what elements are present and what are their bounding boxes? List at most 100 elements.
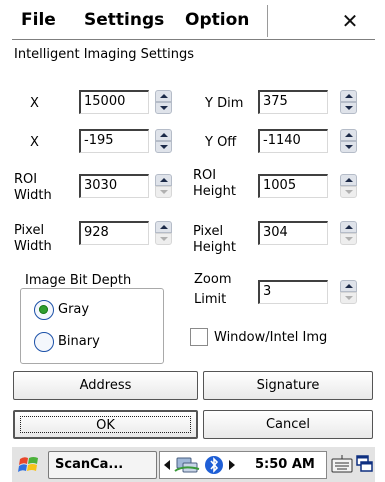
xoff-spinner[interactable] — [155, 129, 172, 153]
pixel-height-spinner[interactable] — [340, 221, 357, 245]
pixel-width-label-2: Width — [14, 239, 52, 254]
window-intel-img-checkbox[interactable] — [190, 328, 208, 346]
tray-left-arrow-icon[interactable] — [164, 460, 170, 470]
windows-start-icon[interactable] — [17, 453, 41, 477]
arrow-up-icon — [344, 94, 353, 98]
spin-down-button[interactable] — [340, 141, 357, 153]
pixel-width-label-1: Pixel — [14, 223, 45, 238]
clock[interactable]: 5:50 AM — [255, 452, 315, 478]
spin-down-button[interactable] — [340, 102, 357, 114]
arrow-down-icon — [159, 237, 168, 241]
binary-radio-label[interactable]: Binary — [58, 334, 100, 349]
arrow-up-icon — [159, 133, 168, 137]
spin-down-button[interactable] — [340, 292, 357, 304]
arrow-up-icon — [344, 225, 353, 229]
gray-radio-label[interactable]: Gray — [58, 302, 89, 317]
system-tray: 5:50 AM — [159, 451, 327, 479]
binary-radio[interactable] — [34, 332, 54, 352]
xoff-field[interactable]: -195 — [79, 129, 149, 153]
xoff-label: X — [30, 135, 39, 150]
roi-height-spinner[interactable] — [340, 174, 357, 198]
spin-up-button[interactable] — [155, 174, 172, 186]
arrow-down-icon — [159, 106, 168, 110]
network-icon[interactable] — [174, 455, 200, 475]
pixel-width-field[interactable]: 928 — [79, 221, 149, 245]
arrow-down-icon — [344, 296, 353, 300]
gray-radio[interactable] — [34, 300, 54, 320]
arrow-up-icon — [344, 178, 353, 182]
pixel-height-field[interactable]: 304 — [258, 221, 328, 245]
taskbar-app-button[interactable]: ScanCa... — [48, 451, 157, 479]
arrow-down-icon — [159, 190, 168, 194]
roi-height-label-1: ROI — [193, 168, 217, 183]
arrow-down-icon — [344, 106, 353, 110]
close-icon: ✕ — [341, 9, 359, 33]
focus-rect — [20, 416, 191, 433]
arrow-down-icon — [344, 145, 353, 149]
bluetooth-icon[interactable] — [204, 455, 224, 475]
arrow-down-icon — [159, 145, 168, 149]
taskbar: ScanCa... 5:50 AM — [12, 446, 375, 482]
spin-down-button[interactable] — [340, 233, 357, 245]
x-label: X — [30, 96, 39, 111]
app-window: File Settings Option ✕ Intelligent Imagi… — [12, 0, 375, 482]
menu-file[interactable]: File — [21, 0, 56, 40]
yoff-field[interactable]: -1140 — [258, 129, 328, 153]
arrow-up-icon — [159, 225, 168, 229]
pixel-height-label-1: Pixel — [193, 224, 224, 239]
menu-settings[interactable]: Settings — [84, 0, 164, 40]
yoff-spinner[interactable] — [340, 129, 357, 153]
spin-up-button[interactable] — [340, 129, 357, 141]
roi-height-label-2: Height — [193, 184, 236, 199]
arrow-up-icon — [159, 178, 168, 182]
menu-separator — [267, 5, 268, 37]
spin-down-button[interactable] — [340, 186, 357, 198]
spin-up-button[interactable] — [155, 221, 172, 233]
keyboard-icon[interactable] — [331, 454, 353, 474]
menu-option[interactable]: Option — [185, 0, 249, 40]
x-field[interactable]: 15000 — [79, 90, 149, 114]
settings-title: Intelligent Imaging Settings — [14, 47, 194, 62]
arrow-up-icon — [159, 94, 168, 98]
roi-width-field[interactable]: 3030 — [79, 174, 149, 198]
spin-down-button[interactable] — [155, 102, 172, 114]
zoom-limit-label-1: Zoom — [194, 272, 232, 287]
window-intel-img-label[interactable]: Window/Intel Img — [214, 330, 327, 345]
spin-up-button[interactable] — [340, 90, 357, 102]
arrow-up-icon — [344, 284, 353, 288]
tray-right-arrow-icon[interactable] — [229, 460, 235, 470]
window-switch-icon[interactable] — [356, 454, 374, 474]
cancel-button[interactable]: Cancel — [203, 410, 373, 439]
ok-button[interactable]: OK — [13, 410, 198, 439]
arrow-down-icon — [344, 237, 353, 241]
yoff-label: Y Off — [205, 135, 237, 150]
zoom-limit-spinner[interactable] — [340, 280, 357, 304]
arrow-up-icon — [344, 133, 353, 137]
spin-up-button[interactable] — [155, 129, 172, 141]
ydim-field[interactable]: 375 — [258, 90, 328, 114]
bit-depth-legend: Image Bit Depth — [22, 273, 135, 288]
spin-up-button[interactable] — [340, 280, 357, 292]
x-spinner[interactable] — [155, 90, 172, 114]
pixel-width-spinner[interactable] — [155, 221, 172, 245]
address-button[interactable]: Address — [13, 371, 198, 400]
roi-width-label-1: ROI — [14, 172, 38, 187]
ydim-label: Y Dim — [205, 96, 244, 111]
signature-button[interactable]: Signature — [203, 371, 373, 400]
zoom-limit-field[interactable]: 3 — [258, 280, 328, 304]
spin-down-button[interactable] — [155, 233, 172, 245]
spin-up-button[interactable] — [340, 221, 357, 233]
roi-width-spinner[interactable] — [155, 174, 172, 198]
spin-up-button[interactable] — [155, 90, 172, 102]
roi-height-field[interactable]: 1005 — [258, 174, 328, 198]
arrow-down-icon — [344, 190, 353, 194]
roi-width-label-2: Width — [14, 188, 52, 203]
ydim-spinner[interactable] — [340, 90, 357, 114]
spin-down-button[interactable] — [155, 186, 172, 198]
menu-bar: File Settings Option ✕ — [12, 0, 375, 40]
spin-up-button[interactable] — [340, 174, 357, 186]
close-button[interactable]: ✕ — [332, 7, 368, 35]
zoom-limit-label-2: Limit — [194, 292, 227, 307]
spin-down-button[interactable] — [155, 141, 172, 153]
pixel-height-label-2: Height — [193, 240, 236, 255]
